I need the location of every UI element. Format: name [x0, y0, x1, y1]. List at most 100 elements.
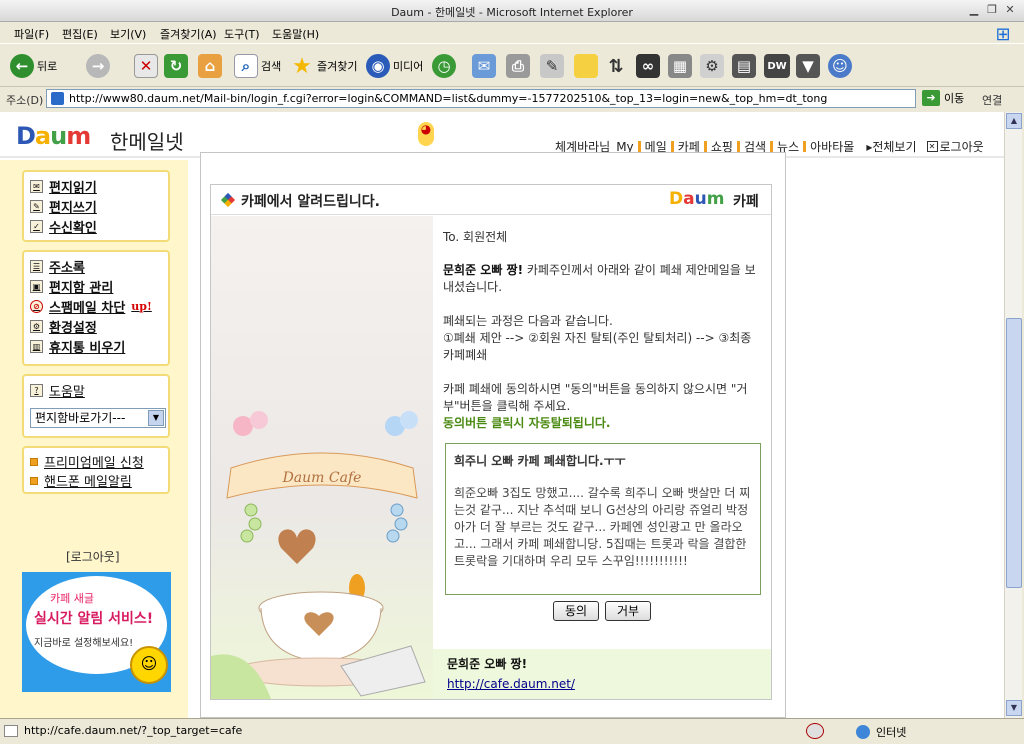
- back-arrow-icon: ←: [10, 54, 34, 78]
- page-icon: [4, 725, 18, 737]
- daum-logo[interactable]: Daum: [16, 122, 91, 150]
- write-mail-icon: ✎: [30, 199, 43, 213]
- history-button[interactable]: ◷: [432, 52, 456, 80]
- address-input[interactable]: http://www80.daum.net/Mail-bin/login_f.c…: [46, 89, 916, 108]
- daum-diamond-icon: [220, 192, 236, 208]
- messenger-icon: ☺: [828, 54, 852, 78]
- favorites-button[interactable]: ★ 즐겨찾기: [290, 52, 357, 80]
- reject-button[interactable]: 거부: [605, 601, 651, 621]
- sidebar-item-write[interactable]: ✎ 편지쓰기: [30, 196, 162, 216]
- help-icon: ?: [30, 383, 43, 397]
- nav-separator: [637, 141, 641, 152]
- download-button[interactable]: ▼: [796, 52, 820, 80]
- footer-cafe-name: 문희준 오빠 짱!: [447, 657, 528, 671]
- addressbook-icon: ☰: [30, 259, 43, 273]
- auto-leave-notice: 동의버튼 클릭시 자동탈퇴됩니다.: [443, 416, 611, 430]
- illustration-label: Daum Cafe: [282, 470, 362, 486]
- go-button[interactable]: ➜ 이동: [922, 90, 964, 106]
- menu-favorites[interactable]: 즐겨찾기(A): [160, 26, 217, 42]
- maximize-button[interactable]: ❐: [984, 3, 1000, 17]
- stop-icon: ✕: [134, 54, 158, 78]
- forward-arrow-icon: →: [86, 54, 110, 78]
- fax-button[interactable]: ▤: [732, 52, 756, 80]
- address-bar: 주소(D) http://www80.daum.net/Mail-bin/log…: [0, 88, 1024, 110]
- view-all-link[interactable]: ▸전체보기: [863, 138, 919, 155]
- new-badge: up!: [131, 299, 152, 313]
- binoculars-button[interactable]: ∞: [636, 52, 660, 80]
- search-icon: ⌕: [234, 54, 258, 78]
- sidebar-item-settings[interactable]: ⚙ 환경설정: [30, 316, 162, 336]
- menu-tools[interactable]: 도구(T): [224, 26, 260, 42]
- stop-button[interactable]: ✕: [134, 52, 158, 80]
- sidebar-box-help: ? 도움말 편지함바로가기--- ▼: [22, 374, 170, 438]
- chevron-down-icon: ▼: [148, 410, 164, 426]
- scroll-up-icon[interactable]: ▲: [1006, 113, 1022, 129]
- notes-button[interactable]: [574, 52, 598, 80]
- sidebar-item-phone-alert[interactable]: 핸드폰 메일알림: [30, 471, 162, 490]
- sidebar-item-read[interactable]: ✉ 편지읽기: [30, 176, 162, 196]
- tool-button[interactable]: ⚙: [700, 52, 724, 80]
- sidebar-box-manage: ☰ 주소록 ▣ 편지함 관리 ⊘ 스팸메일 차단 up! ⚙ 환경설정 ▥ 휴지통 비우기: [22, 250, 170, 366]
- sidebar-item-folders[interactable]: ▣ 편지함 관리: [30, 276, 162, 296]
- logout-link[interactable]: ✕ 로그아웃: [924, 138, 987, 155]
- daum-logo-small: Daum: [669, 189, 725, 209]
- agree-button[interactable]: 동의: [553, 601, 599, 621]
- calculator-button[interactable]: ▦: [668, 52, 692, 80]
- sidebar-item-trash[interactable]: ▥ 휴지통 비우기: [30, 336, 162, 356]
- menu-edit[interactable]: 편집(E): [62, 26, 98, 42]
- sidebar-item-help[interactable]: ? 도움말: [30, 380, 162, 400]
- service-name[interactable]: 한메일넷: [110, 126, 184, 155]
- edit-button[interactable]: ✎: [540, 52, 564, 80]
- nav-separator: [803, 141, 807, 152]
- history-icon: ◷: [432, 54, 456, 78]
- sidebar-item-addressbook[interactable]: ☰ 주소록: [30, 256, 162, 276]
- nav-separator: [770, 141, 774, 152]
- refresh-icon: ↻: [164, 54, 188, 78]
- globe-icon: [856, 725, 870, 739]
- owner-message-box: 희주니 오빠 카페 폐쇄합니다.ㅜㅜ 희준오빠 3집도 망했고.... 갈수록 …: [445, 443, 761, 595]
- cafe-alert-banner[interactable]: 카페 새글 실시간 알림 서비스! 지금바로 설정해보세요! ☺: [22, 572, 171, 692]
- forward-button[interactable]: →: [86, 52, 110, 80]
- popup-blocked-icon[interactable]: [806, 723, 824, 739]
- note-icon: [574, 54, 598, 78]
- banner-line2: 실시간 알림 서비스!: [34, 611, 154, 627]
- menu-view[interactable]: 보기(V): [110, 26, 146, 42]
- scroll-thumb[interactable]: [1006, 318, 1022, 588]
- vertical-scrollbar[interactable]: ▲ ▼: [1004, 112, 1022, 718]
- minimize-button[interactable]: ▁: [966, 3, 982, 17]
- web-page: Daum 한메일넷 ◕ 체계바라님 My 메일 카페 쇼핑 검색 뉴스 아바타몰…: [0, 112, 1004, 718]
- links-button[interactable]: 연결: [982, 92, 1002, 108]
- bullet-icon: [30, 476, 38, 485]
- dw-icon: DW: [764, 54, 790, 78]
- scroll-down-icon[interactable]: ▼: [1006, 700, 1022, 716]
- sidebar-box-mail: ✉ 편지읽기 ✎ 편지쓰기 ✓ 수신확인: [22, 170, 170, 242]
- print-button[interactable]: ⎙: [506, 52, 530, 80]
- process-steps: ①폐쇄 제안 --> ②회원 자진 탈퇴(주인 탈퇴처리) --> ③최종 카페…: [443, 331, 752, 362]
- edit-icon: ✎: [540, 54, 564, 78]
- sidebar-box-premium: 프리미엄메일 신청 핸드폰 메일알림: [22, 446, 170, 494]
- nav-avatar-mall[interactable]: 아바타몰: [807, 138, 857, 155]
- sort-button[interactable]: ⇅: [604, 52, 628, 80]
- back-button[interactable]: ← 뒤로: [10, 52, 57, 80]
- media-icon: ◉: [366, 54, 390, 78]
- search-button[interactable]: ⌕ 검색: [234, 52, 281, 80]
- toolbar: ← 뒤로 → ✕ ↻ ⌂ ⌕ 검색 ★ 즐겨찾기 ◉ 미디어 ◷ ✉ ⎙ ✎ ⇅…: [0, 45, 1024, 87]
- messenger-button[interactable]: ☺: [828, 52, 852, 80]
- sidebar-item-premium[interactable]: 프리미엄메일 신청: [30, 452, 162, 471]
- bullet-icon: [30, 457, 38, 466]
- message-body: 희준오빠 3집도 망했고.... 갈수록 희주니 오빠 뱃살만 더 찌는것 같구…: [454, 486, 751, 568]
- cafe-notice-card: 카페에서 알려드립니다. Daum 카페 Daum Cafe To. 회원전체 …: [210, 184, 772, 700]
- sidebar-item-receipt[interactable]: ✓ 수신확인: [30, 216, 162, 236]
- menu-file[interactable]: 파일(F): [14, 26, 49, 42]
- mail-button[interactable]: ✉: [472, 52, 496, 80]
- home-button[interactable]: ⌂: [198, 52, 222, 80]
- cafe-link[interactable]: http://cafe.daum.net/: [447, 677, 575, 691]
- refresh-button[interactable]: ↻: [164, 52, 188, 80]
- media-button[interactable]: ◉ 미디어: [366, 52, 423, 80]
- sidebar-logout-link[interactable]: [로그아웃]: [66, 548, 120, 565]
- menu-help[interactable]: 도움말(H): [272, 26, 319, 42]
- dw-button[interactable]: DW: [764, 52, 790, 80]
- close-button[interactable]: ✕: [1002, 3, 1018, 17]
- sidebar-item-spam[interactable]: ⊘ 스팸메일 차단 up!: [30, 296, 162, 316]
- folder-shortcut-select[interactable]: 편지함바로가기--- ▼: [30, 408, 166, 428]
